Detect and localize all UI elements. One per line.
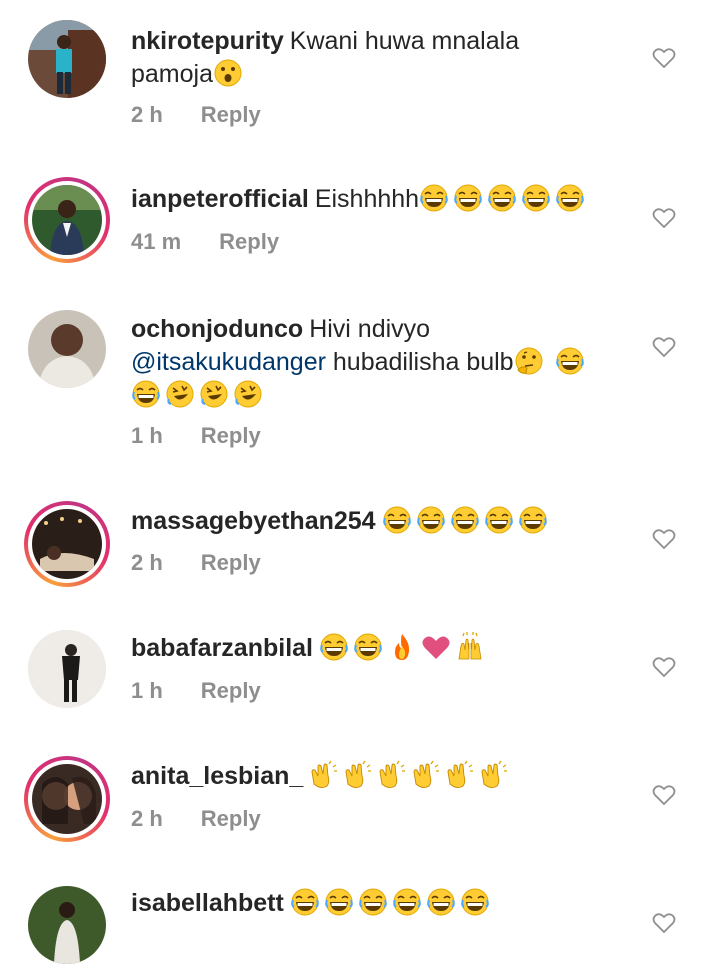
heart-icon[interactable]: [652, 207, 676, 229]
comment-text: isabellahbett: [131, 887, 631, 920]
laughing-emoji-icon: [358, 888, 387, 916]
laughing-emoji-icon: [416, 506, 445, 534]
comment-text: massagebyethan254: [131, 505, 631, 538]
avatar[interactable]: [24, 177, 110, 263]
heart-emoji-icon: [422, 636, 450, 659]
laughing-emoji-icon: [555, 347, 584, 375]
comment-body-cont: pamoja: [131, 60, 213, 88]
comment-username[interactable]: ochonjodunco: [131, 315, 303, 343]
comment-body: Eishhhhh: [314, 185, 420, 213]
laughing-emoji-icon: [484, 506, 513, 534]
comment-meta: 2 h Reply: [131, 806, 261, 832]
comment-body-cont: hubadilisha bulb: [325, 348, 514, 376]
thinking-emoji-icon: [514, 347, 543, 375]
comment-meta: 2 h Reply: [131, 550, 261, 576]
comment-username[interactable]: anita_lesbian_: [131, 762, 303, 790]
laughing-emoji-icon: [450, 506, 479, 534]
heart-icon[interactable]: [652, 47, 676, 69]
surprised-emoji-icon: [214, 59, 242, 87]
heart-icon[interactable]: [652, 528, 676, 550]
laughing-emoji-icon: [382, 506, 411, 534]
laughing-emoji-icon: [518, 506, 547, 534]
clapping-emoji-icon: [379, 760, 406, 789]
reply-button[interactable]: Reply: [201, 102, 261, 127]
laughing-emoji-icon: [420, 184, 449, 212]
laughing-emoji-icon: [460, 888, 489, 916]
comment-username[interactable]: ianpeterofficial: [131, 185, 309, 213]
heart-icon[interactable]: [652, 336, 676, 358]
heart-icon[interactable]: [652, 784, 676, 806]
comment-timestamp: 2 h: [131, 806, 163, 831]
comment-text: anita_lesbian_: [131, 760, 631, 793]
clapping-emoji-icon: [481, 760, 508, 789]
avatar[interactable]: [28, 886, 106, 964]
comment-text: babafarzanbilal: [131, 632, 631, 665]
comment-timestamp: 2 h: [131, 102, 163, 127]
laughing-emoji-icon: [290, 888, 319, 916]
avatar[interactable]: [28, 630, 106, 708]
clapping-emoji-icon: [413, 760, 440, 789]
comment-username[interactable]: babafarzanbilal: [131, 634, 313, 662]
laughing-emoji-icon: [556, 184, 585, 212]
comment-body: Hivi ndivyo: [309, 315, 431, 343]
reply-button[interactable]: Reply: [201, 550, 261, 575]
laughing-emoji-icon: [426, 888, 455, 916]
rofl-emoji-icon: [166, 380, 194, 408]
comment-timestamp: 41 m: [131, 229, 182, 254]
avatar[interactable]: [24, 501, 110, 587]
reply-button[interactable]: Reply: [201, 423, 261, 448]
avatar[interactable]: [28, 310, 106, 388]
heart-icon[interactable]: [652, 656, 676, 678]
rofl-emoji-icon: [234, 380, 262, 408]
laughing-emoji-icon: [132, 380, 160, 408]
mention-link[interactable]: @itsakukudanger: [131, 348, 326, 376]
laughing-emoji-icon: [488, 184, 517, 212]
comment-meta: 1 h Reply: [131, 678, 261, 704]
laughing-emoji-icon: [354, 633, 382, 661]
laughing-emoji-icon: [392, 888, 421, 916]
comment-meta: 2 h Reply: [131, 102, 261, 128]
laughing-emoji-icon: [522, 184, 551, 212]
reply-button[interactable]: Reply: [201, 806, 261, 831]
comment-username[interactable]: isabellahbett: [131, 889, 284, 917]
heart-icon[interactable]: [652, 912, 676, 934]
comment-username[interactable]: massagebyethan254: [131, 507, 376, 535]
comment-timestamp: 1 h: [131, 423, 163, 448]
laughing-emoji-icon: [320, 633, 348, 661]
comment-timestamp: 1 h: [131, 678, 163, 703]
comment-text: nkirotepurity Kwani huwa mnalala pamoja: [131, 25, 631, 91]
comment-text: ochonjodunco Hivi ndivyo @itsakukudanger …: [131, 313, 631, 412]
comment-meta: 1 h Reply: [131, 423, 261, 449]
comment-text: ianpeterofficial Eishhhhh: [131, 183, 631, 216]
comment-username[interactable]: nkirotepurity: [131, 27, 284, 55]
comment-meta: 41 m Reply: [131, 229, 279, 255]
clapping-emoji-icon: [345, 760, 372, 789]
raising-hands-emoji-icon: [458, 632, 482, 660]
reply-button[interactable]: Reply: [219, 229, 279, 254]
avatar[interactable]: [28, 20, 106, 98]
reply-button[interactable]: Reply: [201, 678, 261, 703]
fire-emoji-icon: [395, 634, 410, 660]
avatar[interactable]: [24, 756, 110, 842]
clapping-emoji-icon: [311, 760, 338, 789]
comment-timestamp: 2 h: [131, 550, 163, 575]
comment-body: Kwani huwa mnalala: [289, 27, 520, 55]
laughing-emoji-icon: [324, 888, 353, 916]
clapping-emoji-icon: [447, 760, 474, 789]
laughing-emoji-icon: [454, 184, 483, 212]
rofl-emoji-icon: [200, 380, 228, 408]
